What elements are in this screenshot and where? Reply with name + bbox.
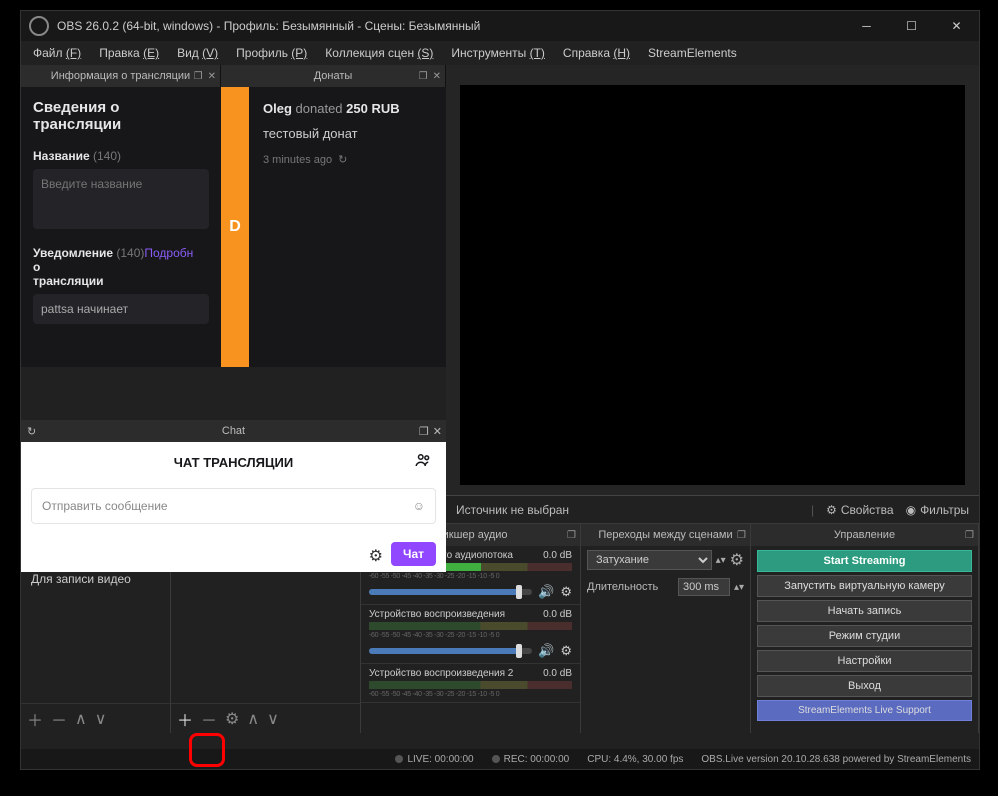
menu-view[interactable]: Вид (V) <box>169 44 226 62</box>
status-version: OBS.Live version 20.10.28.638 powered by… <box>701 754 971 765</box>
menu-profile[interactable]: Профиль (P) <box>228 44 315 62</box>
move-up-button[interactable]: ∧ <box>75 709 87 729</box>
properties-button[interactable]: ⚙Свойства <box>826 503 893 517</box>
statusbar: LIVE: 00:00:00 REC: 00:00:00 CPU: 4.4%, … <box>21 749 979 769</box>
duration-stepper[interactable]: ▴▾ <box>734 582 744 593</box>
undock-icon[interactable]: ❐ <box>567 530 576 541</box>
menu-file[interactable]: Файл (F) <box>25 44 89 62</box>
donate-time: 3 minutes ago ↻ <box>263 153 432 166</box>
virtual-camera-button[interactable]: Запустить виртуальную камеру <box>757 575 972 597</box>
settings-button[interactable]: Настройки <box>757 650 972 672</box>
move-down-button[interactable]: ∨ <box>95 709 107 729</box>
add-scene-button[interactable]: ＋ <box>27 707 43 731</box>
people-icon[interactable] <box>414 451 432 474</box>
titlebar: OBS 26.0.2 (64-bit, windows) - Профиль: … <box>21 11 979 41</box>
close-dock-icon[interactable]: ✕ <box>206 71 218 82</box>
filters-button[interactable]: ◉Фильтры <box>906 503 969 517</box>
studio-mode-button[interactable]: Режим студии <box>757 625 972 647</box>
transition-stepper[interactable]: ▴▾ <box>716 555 726 566</box>
dock-header-donates: Донаты ❐✕ <box>221 65 446 87</box>
undock-icon[interactable]: ❐ <box>737 530 746 541</box>
undock-icon[interactable]: ❐ <box>419 425 429 438</box>
close-dock-icon[interactable]: ✕ <box>433 425 442 438</box>
preview-canvas[interactable] <box>460 85 965 485</box>
mixer-track: Устройство воспроизведения0.0 dB -60 -55… <box>361 605 580 664</box>
chat-refresh-icon[interactable]: ↻ <box>27 425 36 438</box>
add-source-button[interactable]: ＋ <box>177 707 193 731</box>
chat-send-button[interactable]: Чат <box>391 542 436 566</box>
undock-icon[interactable]: ❐ <box>417 71 430 82</box>
transitions-title: Переходы между сценами <box>598 529 732 541</box>
stream-info-heading: Сведения о трансляции <box>33 99 209 133</box>
chat-dock-title: Chat <box>21 425 446 437</box>
donate-message: тестовый донат <box>263 126 432 141</box>
exit-button[interactable]: Выход <box>757 675 972 697</box>
stream-title-input[interactable] <box>33 169 209 229</box>
se-support-button[interactable]: StreamElements Live Support <box>757 700 972 721</box>
dock-header-stream-info: Информация о трансляции ❐✕ <box>21 65 221 87</box>
obs-logo-icon <box>29 16 49 36</box>
start-streaming-button[interactable]: Start Streaming <box>757 550 972 572</box>
obs-window: OBS 26.0.2 (64-bit, windows) - Профиль: … <box>20 10 980 770</box>
duration-input[interactable] <box>678 578 730 596</box>
chat-dock: ↻ Chat ❐ ✕ ЧАТ ТРАНСЛЯЦИИ Отправить сооб… <box>21 420 446 572</box>
gear-icon: ⚙ <box>826 503 837 517</box>
close-dock-icon[interactable]: ✕ <box>431 71 443 82</box>
donates-panel: D Oleg donated 250 RUB тестовый донат 3 … <box>221 87 446 367</box>
undock-icon[interactable]: ❐ <box>965 530 974 541</box>
minimize-button[interactable]: ─ <box>844 11 889 41</box>
transitions-panel: Переходы между сценами ❐ Затухание ▴▾ ⚙ Д… <box>581 524 751 733</box>
status-cpu: CPU: 4.4%, 30.00 fps <box>587 754 683 765</box>
track-settings-icon[interactable]: ⚙ <box>560 643 572 659</box>
menu-help[interactable]: Справка (H) <box>555 44 638 62</box>
notification-label: Уведомление (140)Подробн о трансляции <box>33 246 209 288</box>
menubar: Файл (F) Правка (E) Вид (V) Профиль (P) … <box>21 41 979 65</box>
chat-input[interactable]: Отправить сообщение ☺ <box>31 488 436 524</box>
no-source-label: Источник не выбран <box>456 503 569 517</box>
window-title: OBS 26.0.2 (64-bit, windows) - Профиль: … <box>57 19 844 33</box>
volume-slider[interactable] <box>369 589 532 595</box>
menu-streamelements[interactable]: StreamElements <box>640 44 745 62</box>
stream-notification-input[interactable]: pattsa начинает <box>33 294 209 324</box>
remove-scene-button[interactable]: － <box>51 707 67 731</box>
filter-icon: ◉ <box>906 503 916 517</box>
sources-toolbar: ＋ － ⚙ ∧ ∨ <box>171 703 360 733</box>
move-down-button[interactable]: ∨ <box>267 709 279 729</box>
donate-line: Oleg donated 250 RUB <box>263 101 432 116</box>
mute-icon[interactable]: 🔊 <box>538 643 554 659</box>
status-rec: REC: 00:00:00 <box>492 754 570 765</box>
move-up-button[interactable]: ∧ <box>247 709 259 729</box>
start-recording-button[interactable]: Начать запись <box>757 600 972 622</box>
menu-scene-collection[interactable]: Коллекция сцен (S) <box>317 44 441 62</box>
transition-settings-icon[interactable]: ⚙ <box>730 550 744 570</box>
menu-tools[interactable]: Инструменты (T) <box>443 44 553 62</box>
transition-select[interactable]: Затухание <box>587 550 712 570</box>
maximize-button[interactable]: ☐ <box>889 11 934 41</box>
stream-info-panel: Сведения о трансляции Название (140) Уве… <box>21 87 221 367</box>
donate-badge: D <box>221 87 249 367</box>
scenes-toolbar: ＋ － ∧ ∨ <box>21 703 170 733</box>
remove-source-button[interactable]: － <box>201 707 217 731</box>
controls-title: Управление <box>834 529 895 541</box>
refresh-icon[interactable]: ↻ <box>338 153 347 166</box>
chat-title: ЧАТ ТРАНСЛЯЦИИ <box>21 442 446 482</box>
notification-details-link[interactable]: Подробн <box>144 246 193 260</box>
undock-icon[interactable]: ❐ <box>192 71 205 82</box>
chat-settings-icon[interactable]: ⚙ <box>369 546 383 566</box>
duration-label: Длительность <box>587 581 674 593</box>
mute-icon[interactable]: 🔊 <box>538 584 554 600</box>
emoji-icon[interactable]: ☺ <box>413 499 425 513</box>
title-label: Название (140) <box>33 149 209 163</box>
status-live: LIVE: 00:00:00 <box>395 754 473 765</box>
track-settings-icon[interactable]: ⚙ <box>560 584 572 600</box>
source-settings-button[interactable]: ⚙ <box>225 709 239 729</box>
mixer-track: Устройство воспроизведения 20.0 dB -60 -… <box>361 664 580 703</box>
controls-panel: Управление ❐ Start Streaming Запустить ви… <box>751 524 979 733</box>
menu-edit[interactable]: Правка (E) <box>91 44 167 62</box>
volume-slider[interactable] <box>369 648 532 654</box>
close-button[interactable]: ✕ <box>934 11 979 41</box>
